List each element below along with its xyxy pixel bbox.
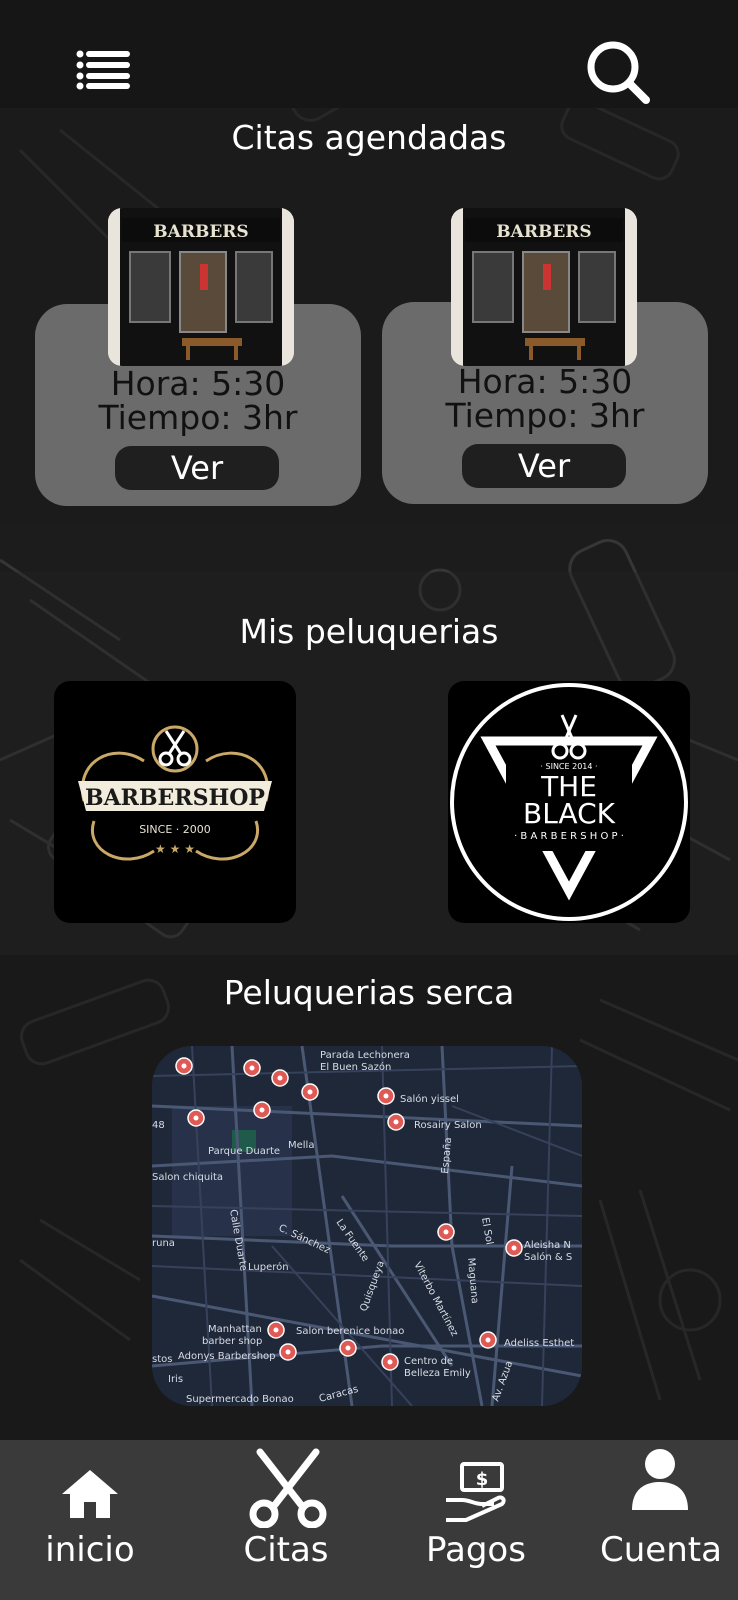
nav-label: Cuenta (600, 1530, 722, 1570)
map-label: Centro de (404, 1356, 453, 1367)
shop-logo-barbershop[interactable]: BARBERSHOP SINCE · 2000 ★ ★ ★ (54, 681, 296, 923)
view-appointment-button[interactable]: Ver (462, 444, 626, 488)
map-label: Manhattan (208, 1324, 262, 1335)
search-icon (587, 41, 650, 104)
shop-sign-text: BARBERS (153, 222, 248, 242)
logo-subtext: SINCE · 2000 (139, 823, 211, 836)
map-label: Supermercado Bonao (186, 1394, 294, 1405)
nav-item-inicio[interactable]: inicio (30, 1440, 150, 1600)
appointment-duration: Tiempo: 3hr (445, 396, 645, 435)
nav-item-citas[interactable]: Citas (226, 1440, 346, 1600)
payment-icon: $ (446, 1462, 506, 1522)
logo-text: BARBERSHOP (85, 785, 265, 811)
my-shops-section: Mis peluquerias BARBERSHOP SINCE · 2000 … (0, 572, 738, 955)
search-button[interactable] (586, 40, 652, 106)
appointments-section: Citas agendadas Hora: 5:30 Tiempo: 3hr V… (0, 108, 738, 526)
user-icon (632, 1449, 688, 1510)
view-appointment-button[interactable]: Ver (115, 446, 279, 490)
map-label: Parada Lechonera (320, 1050, 410, 1061)
logo-line2: BLACK (523, 797, 616, 830)
map-label: Belleza Emily (404, 1368, 471, 1379)
nav-item-cuenta[interactable]: Cuenta (600, 1440, 722, 1600)
nearby-map[interactable]: Parada Lechonera El Buen Sazón Salón yis… (152, 1046, 582, 1406)
map-label: Salon chiquita (152, 1172, 223, 1183)
nav-item-pagos[interactable]: $ Pagos (416, 1440, 536, 1600)
appointments-title: Citas agendadas (231, 118, 507, 157)
menu-icon (76, 50, 130, 90)
map-label: Iris (168, 1374, 183, 1385)
map-label: Mella (288, 1140, 314, 1151)
top-bar (0, 0, 738, 108)
nav-label: inicio (45, 1530, 135, 1570)
map-label: runa (152, 1238, 175, 1249)
map-label: Salon berenice bonao (296, 1326, 404, 1337)
map-label: barber shop (202, 1336, 262, 1347)
map-label: 48 (152, 1120, 165, 1131)
map-label: Adonys Barbershop (178, 1351, 276, 1362)
map-label: Adeliss Esthet (504, 1338, 574, 1349)
appointment-duration: Tiempo: 3hr (98, 398, 298, 437)
shop-photo: BARBERS (108, 208, 294, 366)
map-label: Salón yissel (400, 1093, 459, 1105)
scissors-icon (249, 1448, 327, 1528)
nav-label: Citas (243, 1530, 329, 1570)
home-icon (62, 1470, 118, 1518)
appointment-time: Hora: 5:30 (110, 364, 286, 403)
svg-text:$: $ (476, 1469, 489, 1490)
svg-text:★ ★ ★: ★ ★ ★ (155, 842, 195, 856)
nearby-title: Peluquerias serca (223, 973, 515, 1012)
map-label: Parque Duarte (208, 1146, 280, 1157)
menu-button[interactable] (76, 50, 130, 90)
map-label: Rosairy Salon (414, 1120, 482, 1131)
map-label: stos (152, 1354, 172, 1365)
map-label: Salón & S (524, 1251, 572, 1263)
map-label: Aleisha N (524, 1240, 571, 1251)
shop-photo: BARBERS (451, 208, 637, 366)
bottom-nav: inicio Citas $ Pagos Cuenta (0, 1440, 738, 1600)
map-label: Luperón (248, 1261, 289, 1273)
my-shops-title: Mis peluquerias (239, 612, 499, 651)
shop-logo-the-black[interactable]: · SINCE 2014 · THE BLACK · B A R B E R S… (448, 681, 690, 923)
map-label: El Buen Sazón (320, 1061, 391, 1073)
appointment-time: Hora: 5:30 (457, 362, 633, 401)
shop-sign-text: BARBERS (496, 222, 591, 242)
logo-subtext: · B A R B E R S H O P · (514, 831, 624, 842)
nav-label: Pagos (426, 1530, 526, 1570)
